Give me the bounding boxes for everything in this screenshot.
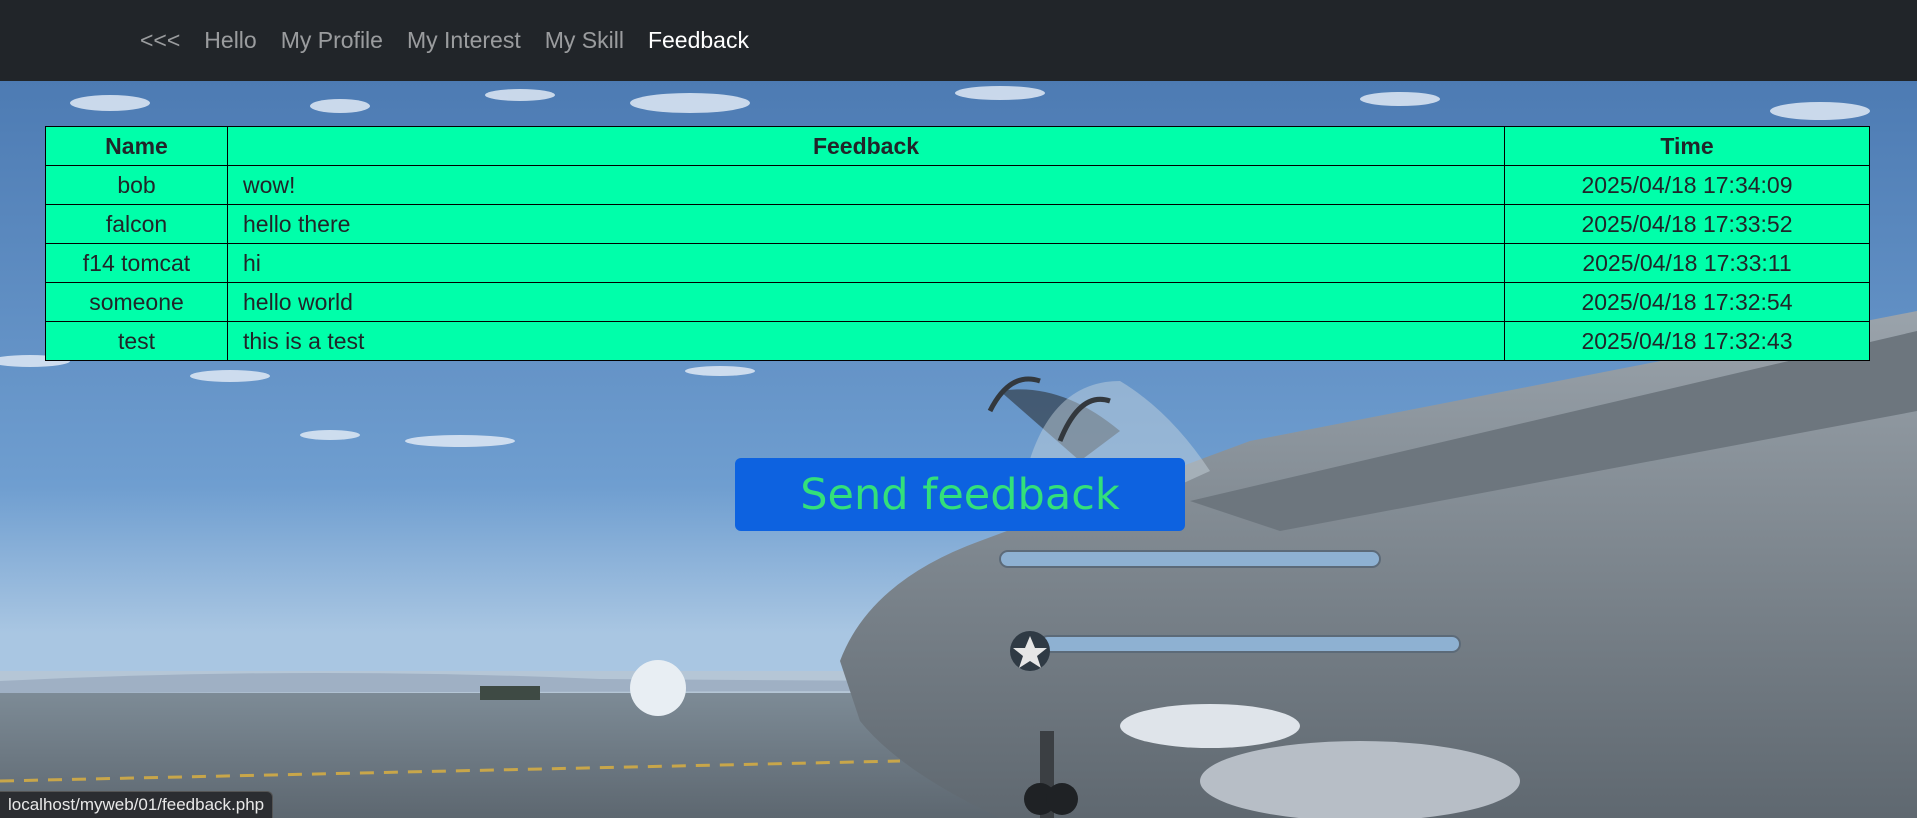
table-header-row: Name Feedback Time bbox=[45, 126, 1870, 166]
table-row: f14 tomcat hi 2025/04/18 17:33:11 bbox=[45, 243, 1870, 283]
nav-my-interest-link[interactable]: My Interest bbox=[395, 0, 533, 81]
name-cell: f14 tomcat bbox=[45, 243, 228, 283]
name-cell: test bbox=[45, 321, 228, 361]
time-column-header: Time bbox=[1504, 126, 1870, 166]
feedback-cell: hello world bbox=[227, 282, 1505, 322]
nav-hello-link[interactable]: Hello bbox=[192, 0, 268, 81]
name-cell: falcon bbox=[45, 204, 228, 244]
send-feedback-button[interactable]: Send feedback bbox=[735, 458, 1185, 531]
name-column-header: Name bbox=[45, 126, 228, 166]
table-row: someone hello world 2025/04/18 17:32:54 bbox=[45, 282, 1870, 322]
time-cell: 2025/04/18 17:32:54 bbox=[1504, 282, 1870, 322]
name-cell: bob bbox=[45, 165, 228, 205]
feedback-cell: hello there bbox=[227, 204, 1505, 244]
feedback-column-header: Feedback bbox=[227, 126, 1505, 166]
feedback-cell: this is a test bbox=[227, 321, 1505, 361]
top-navbar: <<< Hello My Profile My Interest My Skil… bbox=[0, 0, 1917, 81]
time-cell: 2025/04/18 17:33:11 bbox=[1504, 243, 1870, 283]
name-cell: someone bbox=[45, 282, 228, 322]
nav-my-skill-link[interactable]: My Skill bbox=[533, 0, 636, 81]
feedback-cell: wow! bbox=[227, 165, 1505, 205]
time-cell: 2025/04/18 17:32:43 bbox=[1504, 321, 1870, 361]
feedback-table: Name Feedback Time bob wow! 2025/04/18 1… bbox=[45, 126, 1870, 361]
feedback-cell: hi bbox=[227, 243, 1505, 283]
status-bar-url: localhost/myweb/01/feedback.php bbox=[0, 791, 274, 818]
time-cell: 2025/04/18 17:34:09 bbox=[1504, 165, 1870, 205]
nav-feedback-link[interactable]: Feedback bbox=[636, 0, 761, 81]
table-row: falcon hello there 2025/04/18 17:33:52 bbox=[45, 204, 1870, 244]
nav-back-link[interactable]: <<< bbox=[128, 0, 192, 81]
time-cell: 2025/04/18 17:33:52 bbox=[1504, 204, 1870, 244]
nav-my-profile-link[interactable]: My Profile bbox=[269, 0, 395, 81]
nav-menu: <<< Hello My Profile My Interest My Skil… bbox=[128, 0, 761, 81]
table-row: test this is a test 2025/04/18 17:32:43 bbox=[45, 321, 1870, 361]
table-row: bob wow! 2025/04/18 17:34:09 bbox=[45, 165, 1870, 205]
